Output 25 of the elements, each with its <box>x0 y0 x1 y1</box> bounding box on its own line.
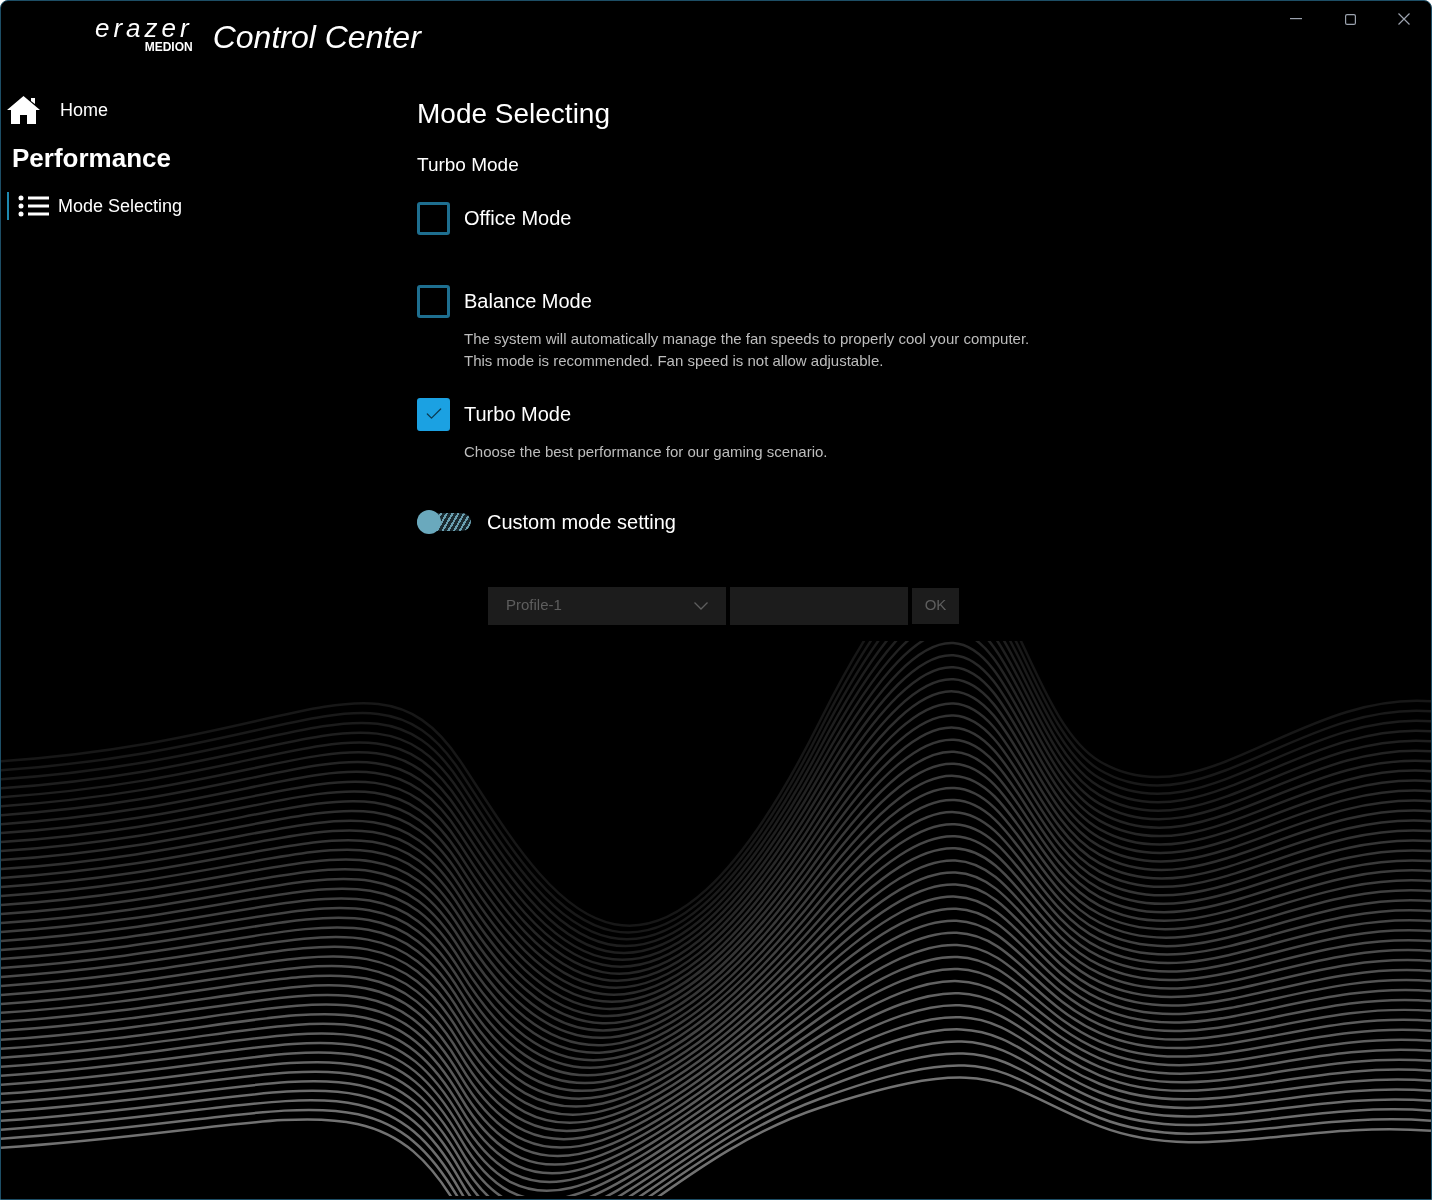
custom-mode-toggle[interactable] <box>417 512 471 531</box>
mode-label: Office Mode <box>464 206 572 231</box>
chevron-down-icon <box>694 601 708 610</box>
close-icon <box>1398 13 1410 25</box>
mode-label: Balance Mode <box>464 289 592 314</box>
custom-mode-label: Custom mode setting <box>487 509 676 535</box>
list-icon <box>18 195 50 217</box>
logo-wordmark: erazer <box>95 15 193 41</box>
maximize-icon <box>1344 13 1356 25</box>
sidebar-item[interactable]: Mode Selecting <box>7 192 183 220</box>
logo-subtitle: MEDION <box>144 41 193 53</box>
section-heading: Performance <box>12 142 171 175</box>
mode-description: Choose the best performance for our gaming scenario. <box>464 441 828 462</box>
profile-name-field[interactable] <box>730 586 908 625</box>
home-icon <box>7 96 40 124</box>
page-heading: Mode Selecting <box>417 97 610 131</box>
home-link[interactable]: Home <box>7 93 108 127</box>
mode-label: Turbo Mode <box>464 402 572 427</box>
current-mode-label: Turbo Mode <box>417 153 519 177</box>
window-title: Control Center <box>212 18 421 57</box>
mode-checkbox[interactable] <box>417 201 450 235</box>
minimize-icon <box>1290 18 1302 20</box>
mode-description: The system will automatically manage the fan speeds to properly cool your computer. This mode is recommended. Fan speed is not allow adjustable. <box>464 328 1030 371</box>
mode-checkbox[interactable] <box>417 397 450 431</box>
mode-checkbox[interactable] <box>417 284 450 318</box>
